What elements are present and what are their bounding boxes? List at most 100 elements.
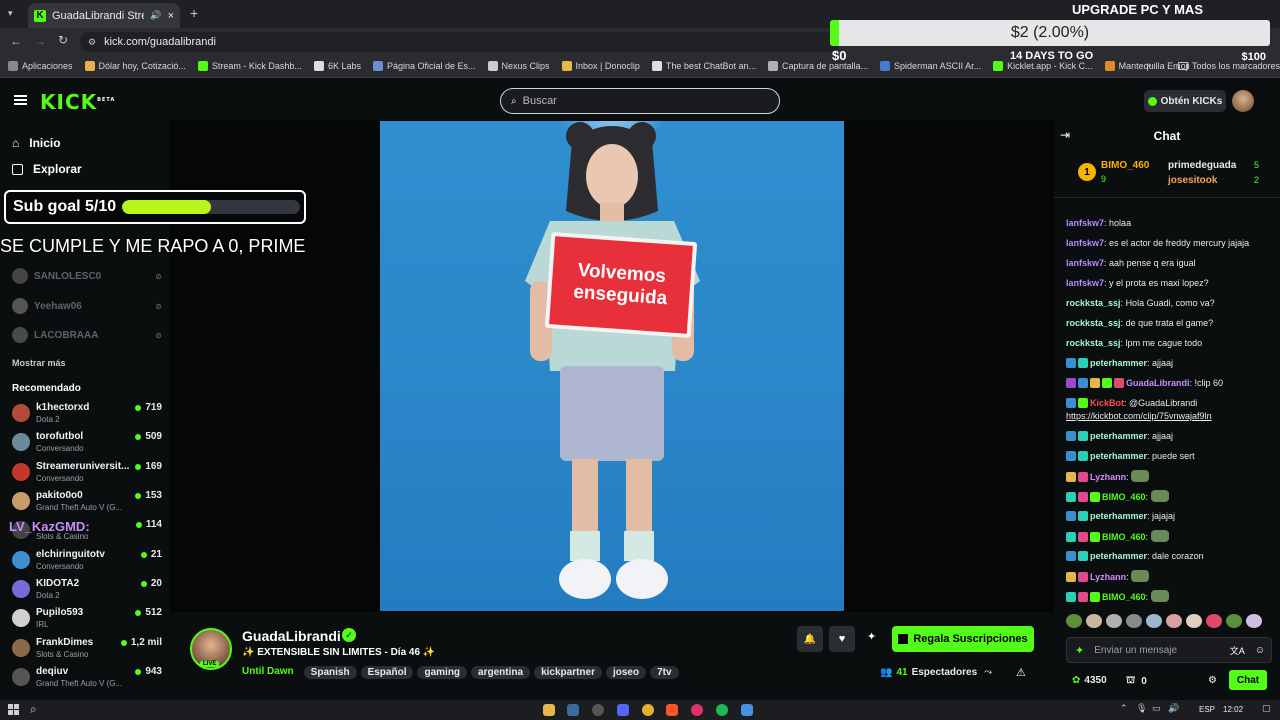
sidebar-recommended-channel[interactable]: elchiringuitotv Conversando 21 (12, 549, 162, 577)
bookmark-item[interactable]: Aplicaciones (8, 61, 73, 71)
chat-username[interactable]: lanfskw7 (1066, 258, 1104, 268)
emote-icon[interactable] (1146, 614, 1162, 628)
translate-icon[interactable]: 文A (1230, 644, 1245, 657)
bookmark-item[interactable]: Nexus Clips (487, 61, 550, 71)
show-more-link[interactable]: Mostrar más (12, 358, 66, 368)
sidebar-offline-channel[interactable]: Yeehaw06 ⊘ (12, 296, 162, 316)
stream-tag[interactable]: Spanish (303, 666, 357, 679)
chrome-icon[interactable] (642, 704, 654, 716)
audio-icon[interactable]: 🔊 (150, 10, 161, 21)
chat-username[interactable]: Lyzhann (1090, 472, 1126, 482)
channel-points-icon[interactable]: ⛫ (1126, 675, 1135, 688)
taskbar-lang[interactable]: ESP (1199, 705, 1215, 714)
microphone-icon[interactable]: 🎙 (1136, 703, 1147, 714)
brave-icon[interactable] (666, 704, 678, 716)
menu-icon[interactable] (14, 95, 27, 105)
emote-icon[interactable] (1246, 614, 1262, 628)
chat-username[interactable]: peterhammer (1090, 451, 1147, 461)
volume-icon[interactable]: 🔊 (1168, 703, 1179, 714)
app-icon[interactable] (741, 704, 753, 716)
site-info-icon[interactable]: ⚙ (88, 37, 96, 48)
search-input[interactable]: ⌕ Buscar (500, 88, 780, 114)
stream-tag[interactable]: argentina (471, 666, 531, 679)
chat-message-text[interactable]: https://kickbot.com/clip/75vnwajaf9ln (1066, 411, 1212, 421)
taskbar-search-icon[interactable]: ⌕ (30, 702, 37, 717)
sidebar-item-explorar[interactable]: Explorar (12, 162, 82, 176)
spotify-icon[interactable] (716, 704, 728, 716)
gifter-3-name[interactable]: josesitook (1168, 175, 1217, 186)
bookmark-item[interactable]: The best ChatBot an... (651, 61, 756, 71)
user-avatar[interactable] (1232, 90, 1254, 112)
report-icon[interactable]: ⚠ (1016, 666, 1026, 679)
notifications-icon[interactable]: ▢ (1262, 703, 1271, 714)
new-tab-icon[interactable]: + (190, 5, 198, 21)
share-icon[interactable]: ⤳ (984, 667, 992, 678)
stream-tag[interactable]: gaming (417, 666, 468, 679)
stream-tag[interactable]: 7tv (650, 666, 679, 679)
chat-input[interactable]: ✦ Enviar un mensaje 文A ☺ (1066, 637, 1272, 663)
notification-bell-button[interactable]: 🔔 (797, 626, 823, 652)
sparkle-icon[interactable]: ✦ (867, 630, 876, 643)
emote-icon[interactable] (1106, 614, 1122, 628)
chat-username[interactable]: lanfskw7 (1066, 218, 1104, 228)
chat-username[interactable]: peterhammer (1090, 358, 1147, 368)
top-gifter-name[interactable]: BIMO_460 (1101, 160, 1149, 171)
chat-username[interactable]: lanfskw7 (1066, 278, 1104, 288)
emote-icon[interactable] (1166, 614, 1182, 628)
bookmark-item[interactable]: Inbox | Donoclip (561, 61, 640, 71)
emote-icon[interactable] (1206, 614, 1222, 628)
taskbar-clock[interactable]: 12:02 (1223, 705, 1243, 714)
sidebar-offline-channel[interactable]: SANLOLESC0 ⊘ (12, 266, 162, 286)
stream-tag[interactable]: kickpartner (534, 666, 602, 679)
browser-tab[interactable]: K GuadaLibrandi Stream - Wa 🔊 × (28, 3, 180, 28)
discord-icon[interactable] (617, 704, 629, 716)
chat-username[interactable]: Lyzhann (1090, 572, 1126, 582)
gifter-2-name[interactable]: primedeguada (1168, 160, 1236, 171)
tray-arrow-icon[interactable]: ⌃ (1120, 703, 1128, 714)
bookmark-item[interactable]: Página Oficial de Es... (372, 61, 476, 71)
emote-icon[interactable] (1126, 614, 1142, 628)
chat-username[interactable]: peterhammer (1090, 551, 1147, 561)
sidebar-recommended-channel[interactable]: FrankDimes Slots & Casino 1,2 mil (12, 637, 162, 665)
stream-tag[interactable]: Español (360, 666, 414, 679)
sidebar-recommended-channel[interactable]: KIDOTA2 Dota 2 20 (12, 578, 162, 606)
steam-icon[interactable] (567, 704, 579, 716)
streamer-name[interactable]: GuadaLibrandi (242, 628, 341, 644)
chat-username[interactable]: KickBot (1090, 398, 1124, 408)
gift-subs-button[interactable]: Regala Suscripciones (892, 626, 1034, 652)
kicks-emote-icon[interactable]: ✦ (1075, 644, 1084, 657)
stream-video[interactable]: Volvemos enseguida (380, 121, 844, 611)
sidebar-recommended-channel[interactable]: torofutbol Conversando 509 (12, 431, 162, 459)
chat-username[interactable]: lanfskw7 (1066, 238, 1104, 248)
chat-username[interactable]: BIMO_460 (1102, 532, 1146, 542)
sidebar-recommended-channel[interactable]: k1hectorxd Dota 2 719 (12, 402, 162, 430)
chat-username[interactable]: rockksta_ssj (1066, 338, 1121, 348)
emote-icon[interactable] (1066, 614, 1082, 628)
sidebar-offline-channel[interactable]: LACOBRAAA ⊘ (12, 325, 162, 345)
chat-send-button[interactable]: Chat (1229, 670, 1267, 690)
chat-username[interactable]: peterhammer (1090, 511, 1147, 521)
get-kicks-button[interactable]: Obtén KICKs (1144, 90, 1226, 112)
emote-icon[interactable] (1086, 614, 1102, 628)
sidebar-recommended-channel[interactable]: Streameruniversit... Conversando 169 (12, 461, 162, 489)
chat-username[interactable]: rockksta_ssj (1066, 318, 1121, 328)
bookmark-item[interactable]: Dólar hoy, Cotizació... (84, 61, 186, 71)
tab-list-icon[interactable]: ▾ (8, 8, 13, 19)
kick-logo[interactable]: KICKBETA (40, 90, 115, 114)
stream-category[interactable]: Until Dawn (242, 666, 294, 677)
bookmark-item[interactable]: 6K Labs (313, 61, 361, 71)
sidebar-item-inicio[interactable]: ⌂ Inicio (12, 136, 61, 150)
bookmark-item[interactable]: Stream - Kick Dashb... (197, 61, 302, 71)
sidebar-recommended-channel[interactable]: Pupilo593 IRL 512 (12, 607, 162, 635)
forward-icon[interactable]: → (34, 34, 46, 48)
chat-username[interactable]: rockksta_ssj (1066, 298, 1121, 308)
chat-username[interactable]: GuadaLibrandi (1126, 378, 1190, 388)
chat-settings-icon[interactable]: ⚙ (1208, 675, 1217, 686)
url-field[interactable]: ⚙ kick.com/guadalibrandi (80, 32, 840, 52)
file-explorer-icon[interactable] (543, 704, 555, 716)
media-player-icon[interactable] (691, 704, 703, 716)
obs-icon[interactable] (592, 704, 604, 716)
reload-icon[interactable]: ↻ (58, 33, 68, 47)
emote-icon[interactable] (1226, 614, 1242, 628)
chat-username[interactable]: BIMO_460 (1102, 592, 1146, 602)
